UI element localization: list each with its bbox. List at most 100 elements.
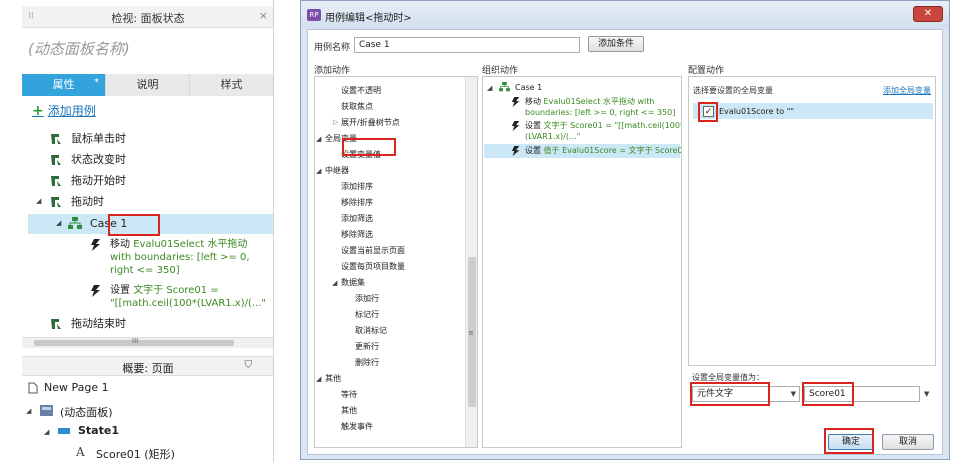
vertical-scrollbar[interactable]: ≡ bbox=[465, 77, 477, 447]
tab-style-label: 样式 bbox=[220, 78, 243, 91]
add-action-item[interactable]: 移除筛选 bbox=[341, 229, 373, 240]
add-action-item[interactable]: 中继器 bbox=[325, 165, 349, 176]
action-detail: (LVAR1.x)/(..." bbox=[525, 132, 581, 141]
add-action-item[interactable]: 数据集 bbox=[341, 277, 365, 288]
value-type-highlight-box bbox=[690, 382, 770, 406]
action-detail: boundaries: [left >= 0, right <= 350] bbox=[525, 108, 676, 117]
cancel-button[interactable]: 取消 bbox=[882, 434, 934, 450]
event-label: 拖动开始时 bbox=[71, 174, 126, 187]
outline-title: 概要: 页面 bbox=[122, 362, 174, 375]
case-name-label: 用例名称 bbox=[314, 43, 351, 53]
add-action-item[interactable]: 更新行 bbox=[355, 341, 379, 352]
organize-case-label[interactable]: Case 1 bbox=[515, 82, 542, 93]
add-action-item[interactable]: 删除行 bbox=[355, 357, 379, 368]
inspector-title: 检视: 面板状态 bbox=[111, 12, 185, 25]
inspector-panel: ⁞⁞ 检视: 面板状态 × (动态面板名称) 属性 * 说明 样式 + 添加用例 … bbox=[22, 0, 274, 462]
action-lightning-icon bbox=[91, 285, 100, 297]
outline-state[interactable]: State1 bbox=[78, 424, 119, 437]
outline-widget[interactable]: Score01 (矩形) bbox=[96, 446, 175, 462]
filter-icon[interactable]: ⛉ bbox=[245, 360, 253, 371]
configure-panel: 选择要设置的全局变量 添加全局变量 ✓ Evalu01Score to "" bbox=[688, 76, 936, 366]
organize-actions-tree: ◢ Case 1 移动 Evalu01Select 水平拖动 with boun… bbox=[482, 76, 682, 448]
action-set-text[interactable]: 设置 文字于 Score01 = "[[math.ceil(100*(LVAR1… bbox=[110, 284, 266, 310]
widget-highlight-box bbox=[802, 382, 854, 406]
add-action-item[interactable]: 触发事件 bbox=[341, 421, 373, 432]
set-variable-highlight-box bbox=[342, 138, 396, 156]
add-action-item[interactable]: 添加筛选 bbox=[341, 213, 373, 224]
action-verb: 设置 bbox=[110, 285, 130, 296]
add-action-item[interactable]: 其他 bbox=[325, 373, 341, 384]
action-detail: Evalu01Select 水平拖动 bbox=[133, 239, 248, 250]
add-action-header: 添加动作 bbox=[314, 66, 351, 76]
add-global-variable-link[interactable]: 添加全局变量 bbox=[883, 85, 931, 96]
outline-header: 概要: 页面 ⛉ bbox=[22, 356, 273, 376]
checkbox-highlight-box bbox=[698, 102, 718, 122]
expand-triangle-icon[interactable]: ◢ bbox=[487, 84, 492, 92]
event-lightning-icon bbox=[51, 134, 61, 144]
expand-triangle-icon[interactable]: ◢ bbox=[44, 428, 49, 436]
outline-dynamic-panel[interactable]: (动态面板) bbox=[60, 404, 113, 420]
expand-triangle-icon[interactable]: ◢ bbox=[316, 375, 321, 383]
select-vars-label: 选择要设置的全局变量 bbox=[693, 86, 773, 95]
organize-action-move[interactable]: 移动 Evalu01Select 水平拖动 with boundaries: [… bbox=[525, 96, 675, 118]
add-condition-button[interactable]: 添加条件 bbox=[588, 36, 644, 52]
action-detail: Evalu01Select 水平拖动 with bbox=[543, 97, 655, 106]
expand-triangle-icon[interactable]: ◢ bbox=[332, 279, 337, 287]
dialog-title: 用例编辑<拖动时> bbox=[325, 13, 412, 24]
add-case-link[interactable]: + 添加用例 bbox=[32, 102, 96, 119]
tab-notes[interactable]: 说明 bbox=[106, 74, 190, 96]
plus-icon: + bbox=[32, 103, 44, 119]
panel-name-field[interactable]: (动态面板名称) bbox=[28, 38, 130, 59]
action-detail: 值于 Evalu01Score = 文字于 Score01 bbox=[543, 146, 682, 155]
action-verb: 移动 bbox=[525, 97, 541, 106]
ok-highlight-box bbox=[824, 428, 874, 454]
page-icon bbox=[28, 382, 38, 394]
variable-label: Evalu01Score to "" bbox=[719, 107, 795, 116]
add-action-item[interactable]: 添加行 bbox=[355, 293, 379, 304]
add-action-item[interactable]: 获取焦点 bbox=[341, 101, 373, 112]
add-action-item[interactable]: 设置不透明 bbox=[341, 85, 381, 96]
expand-triangle-icon[interactable]: ◢ bbox=[26, 407, 31, 415]
outline-page[interactable]: New Page 1 bbox=[44, 381, 109, 394]
horizontal-scrollbar[interactable]: III bbox=[22, 337, 273, 348]
add-action-item[interactable]: 移除排序 bbox=[341, 197, 373, 208]
add-action-item[interactable]: 设置当前显示页面 bbox=[341, 245, 405, 256]
dynamic-panel-icon bbox=[40, 405, 53, 416]
chevron-down-icon[interactable]: ▼ bbox=[924, 390, 929, 398]
action-detail: "[[math.ceil(100*(LVAR1.x)/(..." bbox=[110, 298, 267, 309]
expand-triangle-icon[interactable]: ◢ bbox=[316, 135, 321, 143]
organize-action-set-text[interactable]: 设置 文字于 Score01 = "[[math.ceil(100* (LVAR… bbox=[525, 120, 681, 142]
action-verb: 设置 bbox=[525, 146, 541, 155]
expand-triangle-icon[interactable]: ◢ bbox=[316, 167, 321, 175]
add-action-item[interactable]: 设置每页项目数量 bbox=[341, 261, 405, 272]
app-logo-icon: RP bbox=[307, 9, 321, 21]
tab-properties[interactable]: 属性 * bbox=[22, 74, 106, 96]
expand-triangle-icon[interactable]: ◢ bbox=[36, 197, 41, 205]
collapse-triangle-icon[interactable]: ▷ bbox=[333, 118, 338, 126]
add-action-item[interactable]: 其他 bbox=[341, 405, 357, 416]
organize-action-set-variable[interactable]: 设置 值于 Evalu01Score = 文字于 Score01 bbox=[525, 145, 682, 156]
text-widget-icon: A bbox=[76, 445, 85, 459]
event-lightning-icon bbox=[51, 155, 61, 165]
organize-header: 组织动作 bbox=[482, 66, 519, 76]
action-move[interactable]: 移动 Evalu01Select 水平拖动 with boundaries: [… bbox=[110, 238, 250, 277]
inspector-title-bar: ⁞⁞ 检视: 面板状态 × bbox=[22, 6, 273, 28]
close-icon[interactable]: × bbox=[259, 9, 268, 22]
scroll-grip: ≡ bbox=[468, 329, 474, 337]
close-button[interactable]: ✕ bbox=[913, 6, 943, 22]
dialog-body: 用例名称 Case 1 添加条件 添加动作 组织动作 配置动作 设置不透明 获取焦… bbox=[307, 29, 943, 455]
add-action-item[interactable]: 添加排序 bbox=[341, 181, 373, 192]
case-name-input[interactable]: Case 1 bbox=[354, 37, 580, 53]
add-action-item[interactable]: 等待 bbox=[341, 389, 357, 400]
add-action-item[interactable]: 展开/折叠树节点 bbox=[341, 117, 400, 128]
tab-style[interactable]: 样式 bbox=[190, 74, 273, 96]
add-action-item[interactable]: 标记行 bbox=[355, 309, 379, 320]
add-action-tree: 设置不透明 获取焦点 ▷ 展开/折叠树节点 ◢ 全局变量 设置变量值 ◢ 中继器 添加排序 移除排序… bbox=[314, 76, 478, 448]
action-lightning-icon bbox=[91, 239, 100, 251]
case-tree-icon bbox=[499, 82, 510, 92]
add-case-label: 添加用例 bbox=[47, 104, 96, 118]
case-editor-dialog: RP 用例编辑<拖动时> ✕ 用例名称 Case 1 添加条件 添加动作 组织动… bbox=[300, 0, 950, 460]
chevron-down-icon: ▼ bbox=[790, 390, 796, 398]
expand-triangle-icon[interactable]: ◢ bbox=[56, 219, 61, 227]
add-action-item[interactable]: 取消标记 bbox=[355, 325, 387, 336]
